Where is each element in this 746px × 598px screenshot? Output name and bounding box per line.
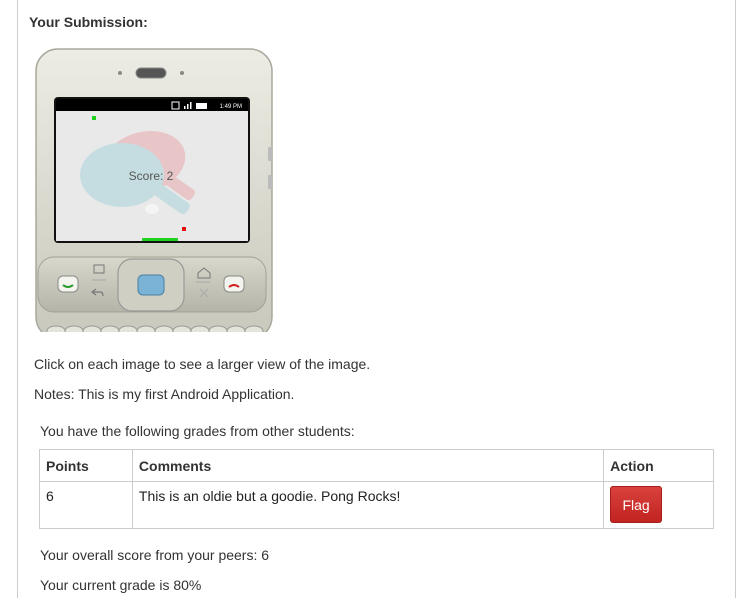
- submission-heading: Your Submission:: [29, 14, 148, 30]
- comment-cell: This is an oldie but a goodie. Pong Rock…: [131, 481, 605, 529]
- action-cell: Flag: [603, 481, 714, 529]
- top-paddle: [92, 116, 96, 120]
- column-header-comments: Comments: [131, 449, 605, 482]
- table-row: 6 This is an oldie but a goodie. Pong Ro…: [39, 481, 714, 529]
- ball: [182, 227, 186, 231]
- click-image-hint: Click on each image to see a larger view…: [34, 356, 371, 372]
- column-header-points: Points: [39, 449, 133, 482]
- flag-button[interactable]: Flag: [610, 486, 663, 523]
- points-cell: 6: [39, 481, 133, 529]
- grades-intro: You have the following grades from other…: [40, 423, 355, 439]
- column-header-action: Action: [603, 449, 714, 482]
- submission-notes: Notes: This is my first Android Applicat…: [34, 386, 295, 402]
- submission-image-thumbnail[interactable]: 1:49 PM Score: 2: [34, 47, 274, 340]
- status-time: 1:49 PM: [220, 104, 242, 110]
- game-score: Score: 2: [129, 169, 174, 183]
- center-key: [137, 274, 165, 296]
- peer-score: Your overall score from your peers: 6: [40, 547, 270, 563]
- current-grade: Your current grade is 80%: [40, 577, 202, 593]
- signal-icon: [184, 106, 186, 109]
- bottom-paddle: [142, 238, 178, 241]
- grades-header-row: Points Comments Action: [39, 449, 714, 482]
- battery-icon: [196, 103, 207, 109]
- call-icon: [57, 275, 79, 293]
- grades-table: Points Comments Action 6 This is an oldi…: [39, 449, 714, 529]
